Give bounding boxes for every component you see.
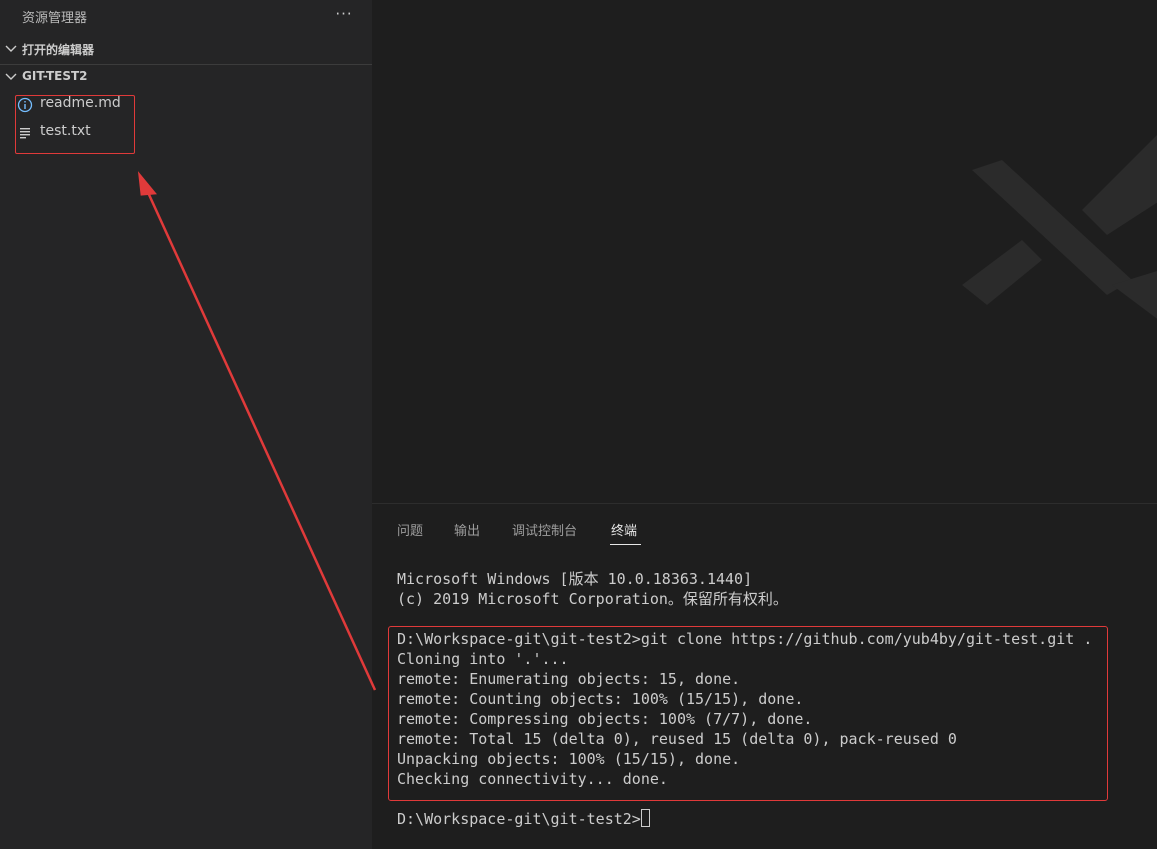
terminal-line: Microsoft Windows [版本 10.0.18363.1440] <box>397 570 753 588</box>
ellipsis-icon[interactable]: ··· <box>334 2 354 26</box>
explorer-title-bar: 资源管理器 ··· <box>0 0 372 32</box>
tab-problems[interactable]: 问题 <box>397 520 423 539</box>
folder-section-header[interactable]: GIT-TEST2 <box>0 66 372 88</box>
open-editors-label: 打开的编辑器 <box>22 43 95 57</box>
explorer-title: 资源管理器 <box>22 11 88 26</box>
folder-label: GIT-TEST2 <box>22 69 88 83</box>
files-annotation-box <box>15 95 135 154</box>
tab-terminal[interactable]: 终端 <box>611 520 637 539</box>
terminal-line: (c) 2019 Microsoft Corporation。保留所有权利。 <box>397 590 788 608</box>
terminal-annotation-box <box>388 626 1108 801</box>
section-divider <box>0 64 372 65</box>
tab-debug-console[interactable]: 调试控制台 <box>512 520 577 539</box>
active-tab-indicator <box>610 544 641 545</box>
vscode-window: 资源管理器 ··· 打开的编辑器 GIT-TEST2 readme.md tes… <box>0 0 1157 849</box>
chevron-down-icon <box>5 45 17 52</box>
vscode-watermark-icon <box>962 135 1157 319</box>
open-editors-section-header[interactable]: 打开的编辑器 <box>0 38 372 60</box>
tab-output[interactable]: 输出 <box>454 520 480 539</box>
terminal-prompt-line[interactable]: D:\Workspace-git\git-test2> <box>397 809 650 829</box>
terminal-prompt: D:\Workspace-git\git-test2> <box>397 810 641 828</box>
panel-tabs: 问题 输出 调试控制台 终端 <box>372 504 1157 548</box>
terminal-cursor <box>640 809 650 827</box>
chevron-down-icon <box>5 73 17 80</box>
explorer-sidebar: 资源管理器 ··· 打开的编辑器 GIT-TEST2 readme.md tes… <box>0 0 372 849</box>
editor-area <box>372 0 1157 503</box>
